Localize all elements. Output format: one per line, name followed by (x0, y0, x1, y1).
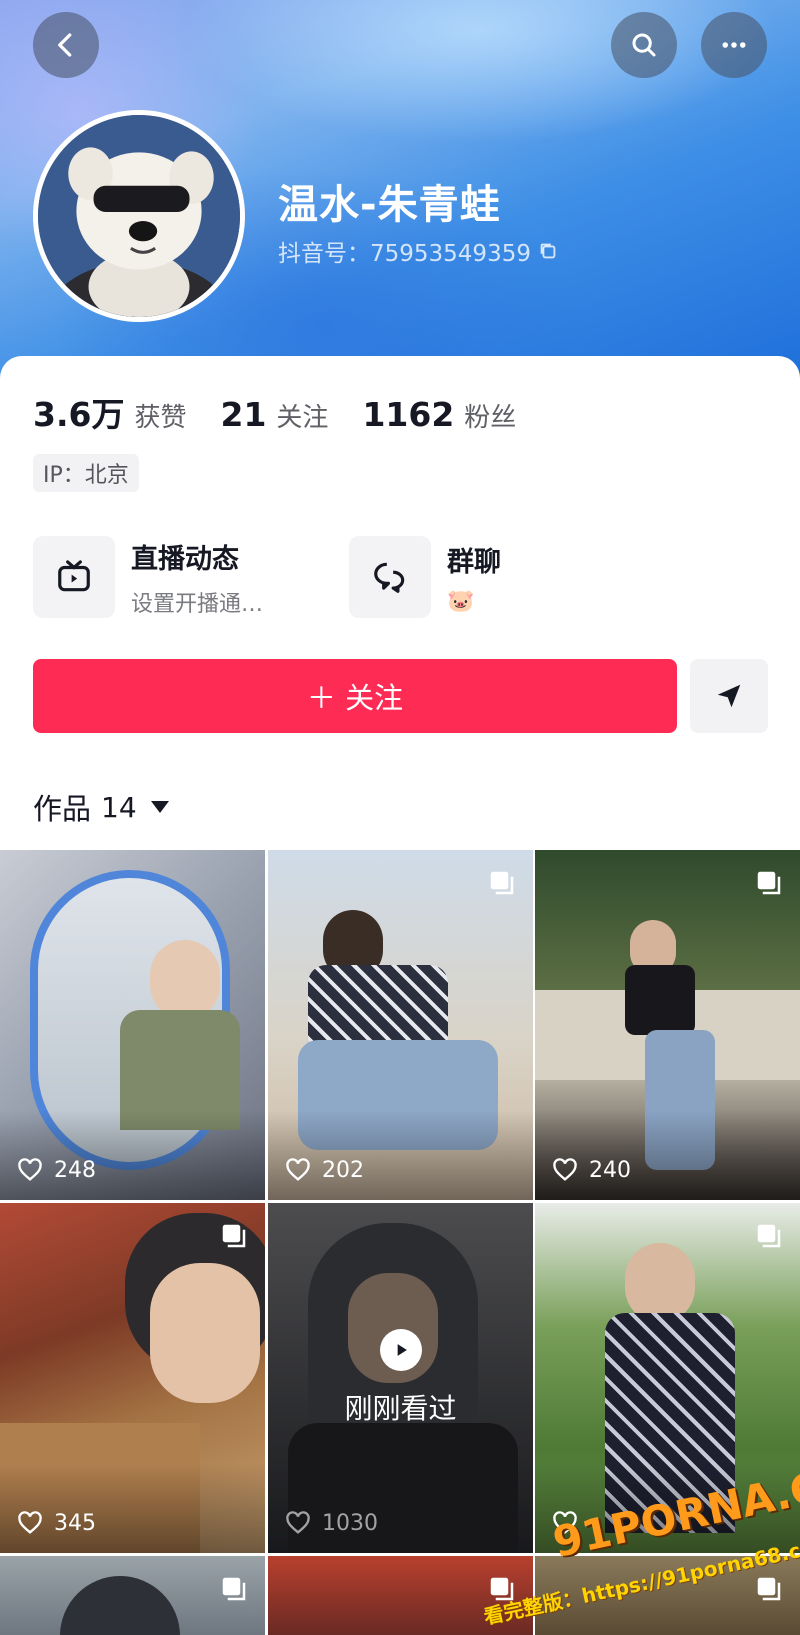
search-button[interactable] (611, 12, 677, 78)
video-tile[interactable]: 248 (0, 850, 265, 1200)
works-title: 作品 (33, 792, 92, 826)
recently-watched-label: 刚刚看过 (344, 1392, 457, 1425)
stat-label: 粉丝 (464, 403, 517, 433)
chevron-left-icon (58, 33, 72, 57)
multi-image-icon (490, 871, 514, 895)
heart-icon (286, 1511, 310, 1534)
multi-image-icon (222, 1577, 246, 1601)
multi-image-icon (222, 1224, 246, 1248)
feature-icon-box (349, 536, 431, 618)
stat-value: 21 (220, 395, 267, 434)
douyin-id[interactable]: 抖音号：75953549359 (278, 234, 559, 268)
multi-image-icon (757, 1577, 781, 1601)
live-feature[interactable]: 直播动态 设置开播通… (33, 536, 263, 618)
stat-label: 关注 (276, 403, 329, 433)
play-button[interactable] (379, 1329, 422, 1371)
back-button[interactable] (33, 12, 99, 78)
likes-text: 345 (54, 1510, 96, 1536)
heart-icon (18, 1511, 42, 1534)
likes-count: 248 (16, 1156, 96, 1184)
works-header[interactable]: 作品 14 (33, 786, 169, 828)
likes-count (551, 1509, 589, 1537)
stat-label: 获赞 (134, 403, 187, 433)
group-chat-feature[interactable]: 群聊 🐷 (349, 536, 501, 618)
likes-count: 240 (551, 1156, 631, 1184)
multi-image-icon (490, 1577, 514, 1601)
live-subtitle: 设置开播通… (131, 591, 264, 617)
heart-icon (18, 1158, 42, 1181)
likes-text: 240 (589, 1157, 631, 1183)
stat-value: 3.6万 (33, 395, 125, 434)
likes-count: 202 (284, 1156, 364, 1184)
likes-count: 345 (16, 1509, 96, 1537)
copy-icon[interactable] (537, 240, 559, 262)
likes-text: 1030 (322, 1510, 378, 1536)
video-tile[interactable] (535, 1203, 800, 1553)
caret-down-icon (150, 801, 169, 813)
heart-icon (553, 1158, 577, 1181)
multi-image-icon (757, 1224, 781, 1248)
stat-likes: 3.6万 获赞 (33, 388, 186, 436)
search-icon (632, 33, 656, 57)
send-icon (717, 684, 741, 708)
video-tile[interactable]: 240 (535, 850, 800, 1200)
feature-icon-box (33, 536, 115, 618)
heart-icon (553, 1511, 577, 1534)
video-tile[interactable]: 345 (0, 1203, 265, 1553)
nickname: 温水-朱青蛙 (278, 182, 501, 228)
stats-row: 3.6万 获赞 21 关注 1162 粉丝 (33, 388, 550, 436)
more-button[interactable] (701, 12, 767, 78)
profile-card: 3.6万 获赞 21 关注 1162 粉丝 IP：北京 直播动态 设置开播通… … (0, 356, 800, 846)
live-title: 直播动态 (131, 543, 239, 575)
dog-avatar-image (38, 115, 240, 317)
likes-count: 1030 (284, 1509, 378, 1537)
multi-image-icon (757, 871, 781, 895)
works-count: 14 (101, 790, 137, 824)
stat-followers[interactable]: 1162 粉丝 (362, 395, 516, 434)
group-subtitle: 🐷 (447, 589, 475, 614)
group-title: 群聊 (447, 547, 501, 578)
video-tile[interactable] (268, 1556, 533, 1635)
share-button[interactable] (690, 659, 768, 733)
stat-value: 1162 (362, 395, 455, 434)
video-tile[interactable] (535, 1556, 800, 1635)
play-icon (397, 1344, 407, 1356)
avatar[interactable] (33, 110, 245, 322)
video-tile[interactable]: 202 (268, 850, 533, 1200)
likes-text: 248 (54, 1157, 96, 1183)
follow-button[interactable]: ＋ 关注 (33, 659, 677, 733)
ip-tag: IP：北京 (33, 454, 139, 492)
likes-text: 202 (322, 1157, 364, 1183)
video-tile[interactable] (0, 1556, 265, 1635)
heart-icon (286, 1158, 310, 1181)
chat-bubbles-icon (374, 562, 405, 593)
video-tile[interactable]: 刚刚看过 1030 (268, 1203, 533, 1553)
more-horizontal-icon (722, 42, 746, 48)
stat-following[interactable]: 21 关注 (220, 395, 328, 434)
recently-watched-overlay: 刚刚看过 (268, 1203, 533, 1553)
tv-icon (58, 560, 90, 592)
douyin-id-text: 抖音号：75953549359 (278, 241, 531, 267)
